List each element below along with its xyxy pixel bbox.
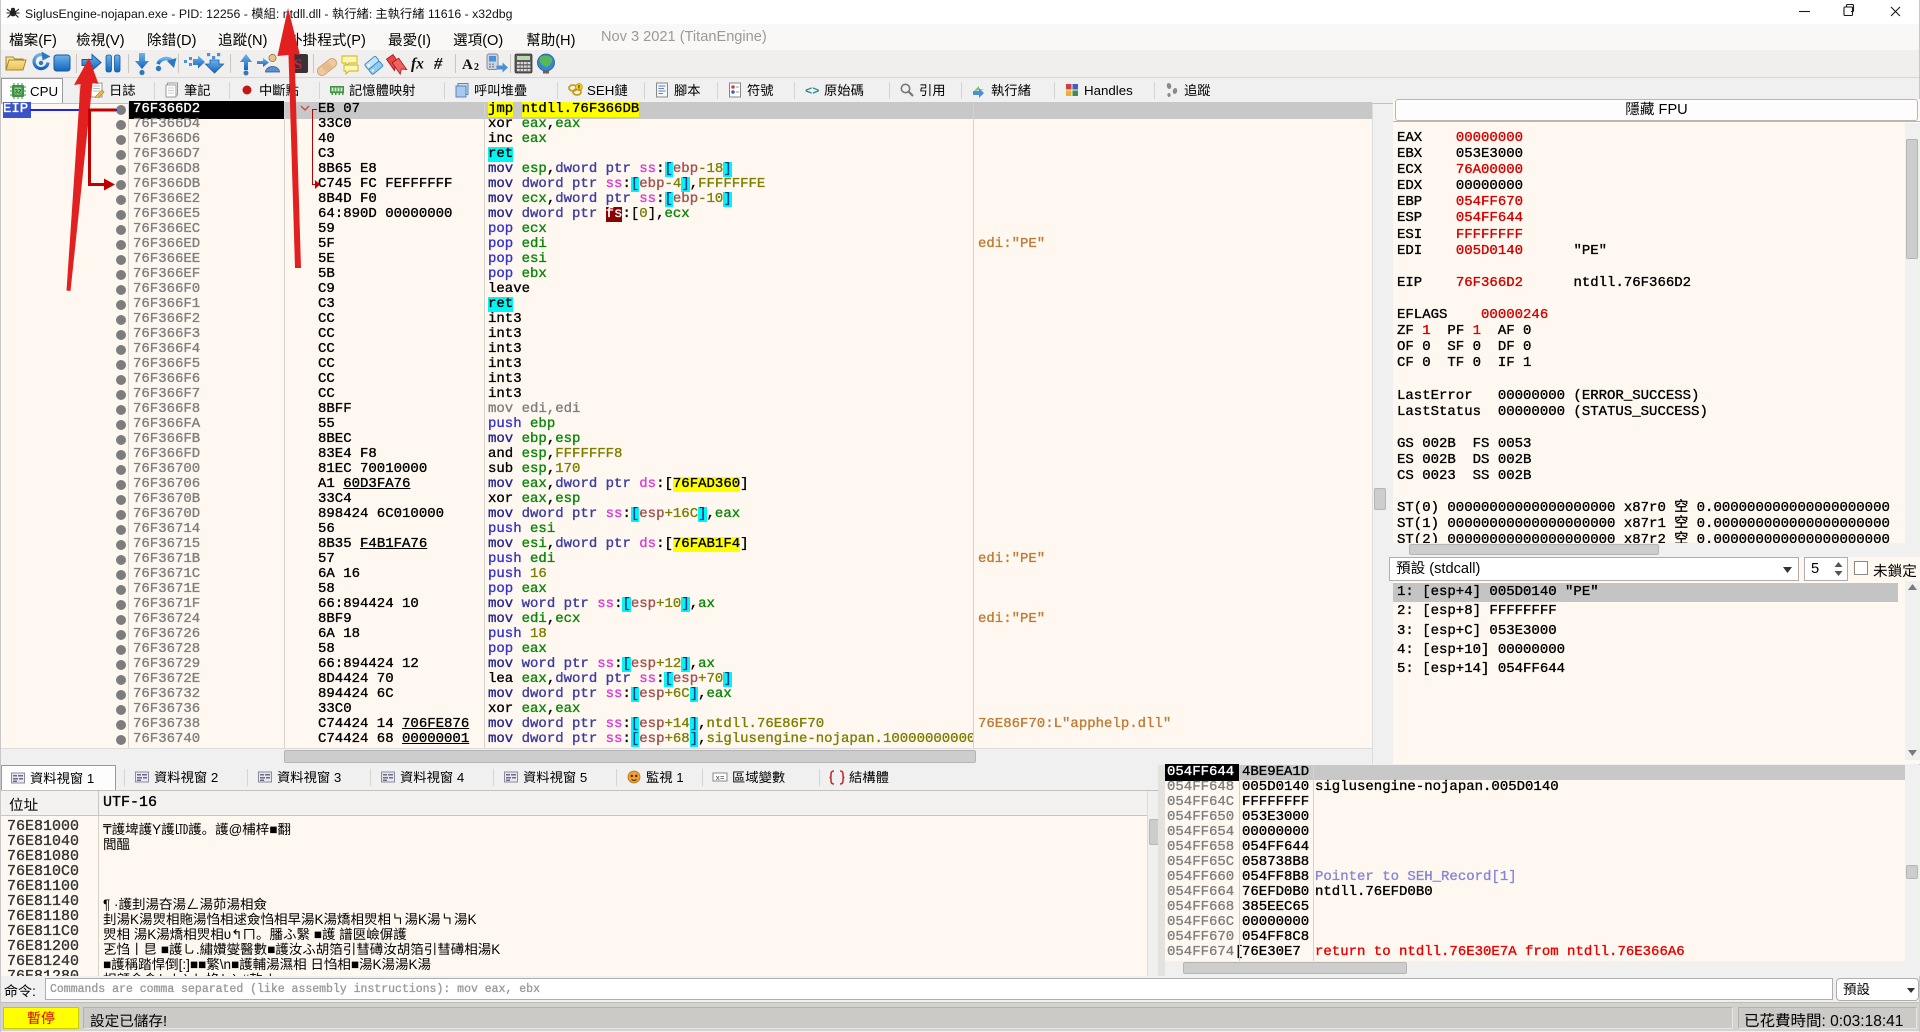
svg-text:A: A (462, 57, 473, 73)
svg-text:fx: fx (411, 56, 424, 73)
svg-text:#: # (433, 54, 443, 73)
svg-text:2: 2 (474, 62, 479, 73)
svg-text:<>: <> (805, 85, 819, 99)
svg-text:x=: x= (715, 775, 725, 783)
svg-text:!: ! (578, 85, 580, 92)
svg-text:S: S (294, 57, 302, 73)
svg-text:32: 32 (15, 90, 22, 96)
